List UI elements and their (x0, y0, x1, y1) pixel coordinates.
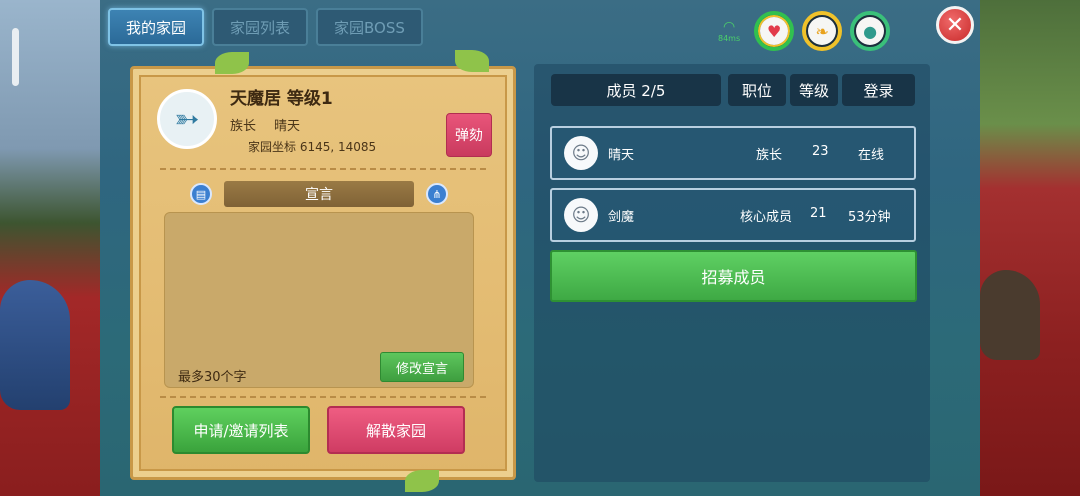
login-header: 登录 (842, 74, 915, 106)
member-level: 23 (812, 144, 829, 159)
rock-boulder (980, 270, 1040, 360)
wifi-icon: ◠ (722, 18, 736, 35)
invite-list-button[interactable]: 申请/邀请列表 (172, 406, 310, 454)
leader-name: 晴天 (274, 119, 301, 134)
manifesto-title: 宣言 (224, 181, 414, 207)
role-header: 职位 (728, 74, 786, 106)
fish-icon: ➳ (174, 101, 200, 137)
tab-home-boss[interactable]: 家园BOSS (316, 8, 423, 46)
close-icon: ✕ (945, 12, 965, 38)
leader-label: 族长 (230, 119, 257, 134)
member-role: 族长 (756, 148, 783, 163)
home-emblem: ➳ (157, 89, 217, 149)
hunger-gauge: ❧ (802, 11, 843, 51)
avatar: ☺ (564, 136, 598, 170)
world-pole (12, 28, 19, 86)
edit-manifesto-button[interactable]: 修改宣言 (380, 352, 464, 382)
char-limit-hint: 最多30个字 (178, 370, 247, 385)
water-drop-icon: ● (856, 17, 885, 45)
food-icon: ❧ (808, 17, 837, 45)
ping-indicator: ◠ 84ms (718, 20, 740, 43)
home-name-level: 天魔居 等级1 (230, 89, 333, 109)
leader-info: 族长 晴天 (230, 115, 300, 134)
status-hud: ◠ 84ms ♥ ❧ ● (718, 6, 891, 56)
member-name: 晴天 (608, 148, 635, 163)
divider (160, 396, 486, 398)
leaf-decoration (455, 50, 489, 72)
member-row[interactable]: ☺ 晴天 族长 23 在线 (550, 126, 916, 180)
manifesto-header: ▤ 宣言 ⋔ (190, 180, 448, 208)
member-login: 53分钟 (848, 210, 891, 225)
share-icon[interactable]: ⋔ (426, 183, 448, 205)
tab-home-list[interactable]: 家园列表 (212, 8, 309, 46)
world-background-right (970, 0, 1080, 496)
member-row[interactable]: ☺ 剑魔 核心成员 21 53分钟 (550, 188, 916, 242)
avatar: ☺ (564, 198, 598, 232)
disband-home-button[interactable]: 解散家园 (327, 406, 465, 454)
heart-icon: ♥ (760, 17, 789, 45)
divider (160, 168, 486, 170)
member-name: 剑魔 (608, 210, 635, 225)
water-gauge: ● (850, 11, 891, 51)
leaf-decoration (215, 52, 249, 74)
member-role: 核心成员 (740, 210, 793, 225)
ping-value: 84ms (718, 33, 741, 43)
level-header: 等级 (790, 74, 838, 106)
tab-my-home[interactable]: 我的家园 (108, 8, 205, 46)
home-coordinates: 家园坐标 6145, 14085 (248, 140, 377, 154)
tab-bar: 我的家园 家园列表 家园BOSS (108, 8, 423, 46)
health-gauge: ♥ (754, 11, 795, 51)
member-login: 在线 (858, 148, 885, 163)
impeach-button[interactable]: 弹劾 (446, 113, 492, 157)
member-count-header: 成员 2/5 (551, 74, 721, 106)
member-level: 21 (810, 206, 827, 221)
wolf-creature (0, 280, 70, 410)
document-icon[interactable]: ▤ (190, 183, 212, 205)
leaf-decoration (405, 470, 439, 492)
recruit-member-button[interactable]: 招募成员 (550, 250, 917, 302)
close-button[interactable]: ✕ (936, 6, 974, 44)
